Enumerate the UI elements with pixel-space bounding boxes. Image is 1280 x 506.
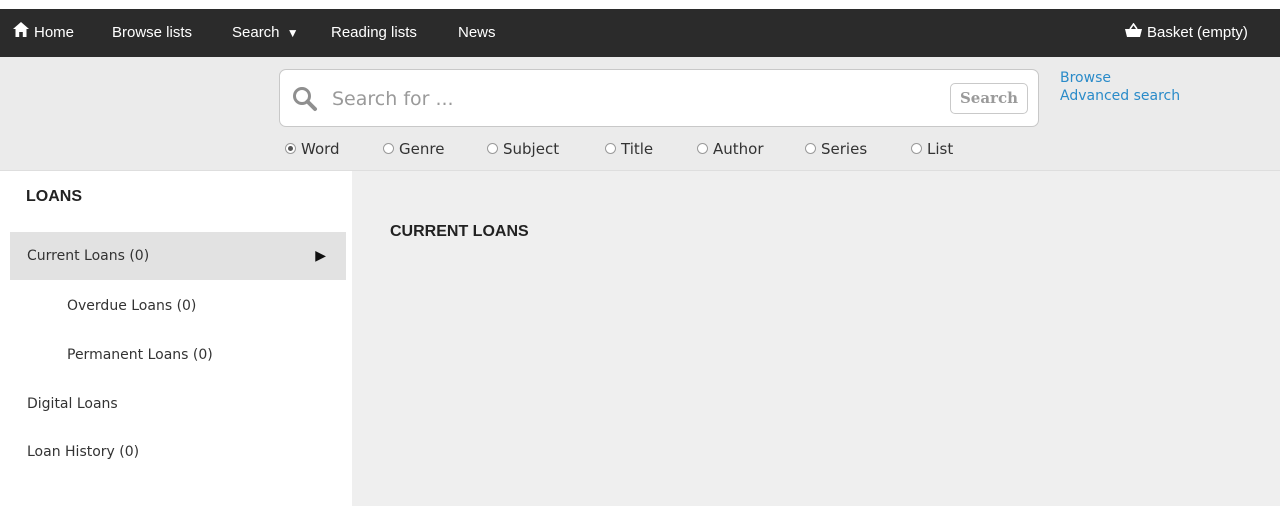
page-title: CURRENT LOANS [390,223,529,240]
radio-label: List [927,140,954,158]
radio-label: Title [621,140,654,158]
sidebar-item-digital-loans[interactable]: Digital Loans [10,380,346,428]
nav-search-label: Search [232,24,280,41]
radio-list[interactable]: List [911,137,953,161]
caret-down-icon: ▼ [286,26,299,40]
sidebar-item-label: Digital Loans [27,396,118,412]
sidebar-item-overdue-loans[interactable]: Overdue Loans (0) [10,282,346,330]
sidebar-item-label: Permanent Loans (0) [67,347,213,363]
radio-label: Series [821,140,868,158]
sidebar-item-label: Current Loans (0) [27,248,150,264]
search-box: Search [279,69,1039,127]
sidebar-item-label: Loan History (0) [27,444,140,460]
nav-browse-lists[interactable]: Browse lists [112,9,192,57]
radio-label: Subject [503,140,560,158]
radio-icon [383,143,394,154]
top-navbar: Home Browse lists Search ▼ Reading lists… [0,9,1280,57]
radio-label: Genre [399,140,445,158]
basket-label: Basket (empty) [1147,24,1248,41]
radio-subject[interactable]: Subject [487,137,559,161]
radio-selected-icon [285,143,296,154]
nav-reading-lists[interactable]: Reading lists [331,9,417,57]
sidebar-item-label: Overdue Loans (0) [67,298,197,314]
search-button[interactable]: Search [949,83,1028,114]
sidebar-item-permanent-loans[interactable]: Permanent Loans (0) [10,331,346,379]
play-arrow-icon: ▶ [315,248,326,264]
radio-label: Word [301,140,340,158]
search-icon [292,86,318,112]
radio-icon [697,143,708,154]
nav-basket[interactable]: Basket (empty) [1125,9,1248,57]
radio-genre[interactable]: Genre [383,137,444,161]
sidebar-item-loan-history[interactable]: Loan History (0) [10,428,346,476]
radio-icon [605,143,616,154]
radio-title[interactable]: Title [605,137,653,161]
radio-label: Author [713,140,764,158]
advanced-search-link[interactable]: Advanced search [1060,87,1180,105]
search-links: Browse Advanced search [1060,69,1180,105]
radio-author[interactable]: Author [697,137,764,161]
nav-home-label: Home [34,24,75,41]
loans-sidebar: LOANS Current Loans (0) ▶ Overdue Loans … [0,171,352,506]
sidebar-item-current-loans[interactable]: Current Loans (0) ▶ [10,232,346,280]
sidebar-heading: LOANS [26,188,82,205]
browse-link[interactable]: Browse [1060,69,1180,87]
radio-icon [487,143,498,154]
nav-search[interactable]: Search ▼ [232,9,299,57]
search-band: Search Browse Advanced search Word Genre… [0,57,1280,171]
basket-icon [1125,9,1142,57]
home-icon [13,9,29,57]
radio-word[interactable]: Word [285,137,340,161]
nav-news[interactable]: News [458,9,496,57]
search-input[interactable] [330,80,914,118]
radio-icon [805,143,816,154]
main-content: CURRENT LOANS [352,171,1280,506]
radio-icon [911,143,922,154]
nav-home[interactable]: Home [13,9,74,57]
radio-series[interactable]: Series [805,137,867,161]
top-strip [0,0,1280,9]
